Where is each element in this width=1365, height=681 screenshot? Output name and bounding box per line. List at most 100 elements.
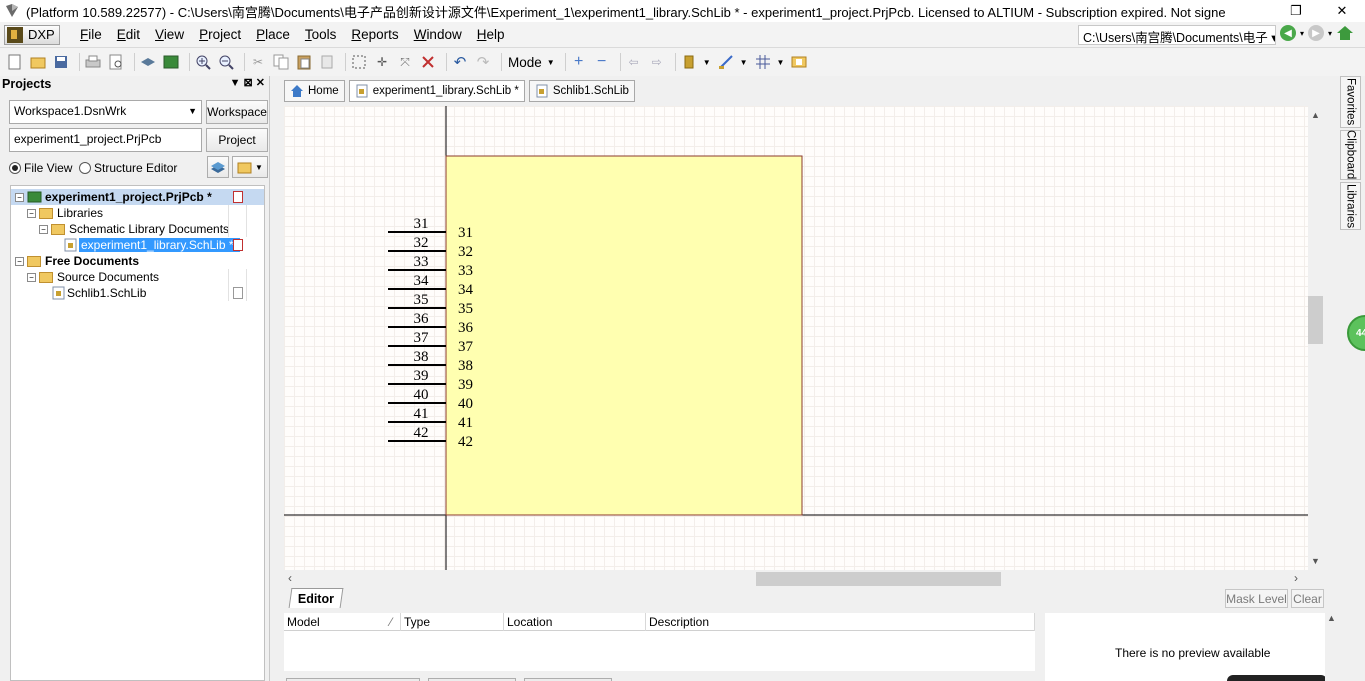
board-icon[interactable] — [162, 53, 180, 71]
tab-home[interactable]: Home — [284, 80, 345, 102]
layer-stack-icon[interactable] — [139, 53, 157, 71]
select-area-icon[interactable] — [350, 53, 368, 71]
forward-icon[interactable]: ▶ — [1308, 25, 1325, 41]
schematic-canvas[interactable]: 31 31 32 32 33 33 34 34 35 35 36 36 37 37 38 38 39 39 40 40… — [284, 106, 1308, 570]
pin-name-41: 41 — [458, 415, 473, 431]
notification-badge[interactable]: 44 — [1347, 315, 1365, 351]
collapse-icon[interactable]: − — [27, 208, 36, 218]
tree-item-schlib-docs[interactable]: − Schematic Library Documents — [11, 221, 264, 237]
scroll-up-icon[interactable]: ▲ — [1327, 613, 1336, 623]
ic-component-icon[interactable] — [680, 53, 698, 71]
collapse-icon[interactable]: − — [15, 256, 24, 266]
new-document-icon[interactable] — [6, 53, 24, 71]
structure-editor-radio[interactable]: Structure Editor — [79, 161, 177, 175]
mode-dropdown[interactable]: Mode ▼ — [508, 55, 555, 70]
workspace-button[interactable]: Workspace — [206, 100, 268, 124]
ic-component-dropdown-icon[interactable]: ▼ — [703, 58, 711, 67]
vertical-scrollbar[interactable]: ▲ ▼ — [1308, 106, 1325, 570]
project-button[interactable]: Project — [206, 128, 268, 152]
tree-item-libraries[interactable]: − Libraries — [11, 205, 264, 221]
cut-icon[interactable]: ✂ — [249, 53, 267, 71]
tab-experiment1-library[interactable]: experiment1_library.SchLib * — [348, 80, 525, 102]
menu-tools[interactable]: Tools — [304, 27, 338, 42]
restore-button[interactable]: ❐ — [1273, 0, 1319, 22]
model-manager-icon[interactable] — [790, 53, 808, 71]
tab-editor[interactable]: Editor — [288, 588, 344, 608]
close-window-button[interactable]: ✕ — [1319, 0, 1365, 22]
tab-clipboard[interactable]: Clipboard — [1340, 130, 1361, 180]
column-model[interactable]: Model ⁄ — [284, 613, 401, 631]
previous-icon[interactable]: ⇦ — [625, 53, 643, 71]
drawing-tools-icon[interactable] — [717, 53, 735, 71]
vertical-scroll-thumb[interactable] — [1308, 296, 1323, 344]
menu-place[interactable]: Place — [255, 27, 291, 42]
tree-item-schlib-file[interactable]: experiment1_library.SchLib * — [11, 237, 264, 253]
tab-favorites[interactable]: Favorites — [1340, 76, 1361, 128]
back-dropdown-icon[interactable]: ▾ — [1300, 29, 1304, 38]
grid-dropdown-icon[interactable]: ▼ — [777, 58, 785, 67]
clear-button[interactable]: Clear — [1291, 589, 1324, 608]
paste-icon[interactable] — [295, 53, 313, 71]
menu-view[interactable]: View — [154, 27, 185, 42]
tab-libraries[interactable]: Libraries — [1340, 182, 1361, 230]
scroll-right-icon[interactable]: › — [1294, 571, 1298, 585]
scroll-down-icon[interactable]: ▼ — [1311, 556, 1320, 566]
next-icon[interactable]: ⇨ — [648, 53, 666, 71]
add-icon[interactable]: + — [570, 53, 588, 71]
tab-schlib1[interactable]: Schlib1.SchLib — [528, 80, 635, 102]
column-description[interactable]: Description — [646, 613, 1035, 631]
collapse-icon[interactable]: − — [27, 272, 36, 282]
scroll-up-icon[interactable]: ▲ — [1311, 110, 1320, 120]
menu-reports[interactable]: Reports — [350, 27, 399, 42]
scroll-left-icon[interactable]: ‹ — [288, 571, 292, 585]
menu-file[interactable]: File — [79, 27, 103, 42]
panel-controls[interactable]: ▼ ⊠ ✕ — [224, 76, 265, 89]
tree-item-schlib1[interactable]: Schlib1.SchLib — [11, 285, 264, 301]
tree-item-source-docs[interactable]: − Source Documents — [11, 269, 264, 285]
dxp-menu-button[interactable]: DXP — [4, 24, 60, 45]
print-icon[interactable] — [84, 53, 102, 71]
horizontal-scroll-thumb[interactable] — [756, 572, 1001, 586]
rubber-stamp-icon[interactable] — [318, 53, 336, 71]
home-icon[interactable] — [1336, 25, 1354, 41]
drawing-tools-dropdown-icon[interactable]: ▼ — [740, 58, 748, 67]
mask-level-button[interactable]: Mask Level — [1225, 589, 1288, 608]
menu-project[interactable]: Project — [198, 27, 242, 42]
back-icon[interactable]: ◀ — [1280, 25, 1296, 41]
preview-scrollbar[interactable]: ▲ — [1325, 613, 1339, 681]
move-selection-icon[interactable]: ⤧ — [396, 53, 414, 71]
open-folder-icon[interactable] — [29, 53, 47, 71]
forward-dropdown-icon[interactable]: ▾ — [1328, 29, 1332, 38]
undo-icon[interactable]: ↶ — [451, 53, 469, 71]
zoom-out-icon[interactable] — [217, 53, 235, 71]
copy-icon[interactable] — [272, 53, 290, 71]
document-path-field[interactable]: C:\Users\南宫腾\Documents\电子 ▾ — [1078, 25, 1276, 45]
grid-icon[interactable] — [754, 53, 772, 71]
menu-edit[interactable]: Edit — [116, 27, 141, 42]
remove-icon[interactable]: − — [593, 53, 611, 71]
project-combo[interactable]: experiment1_project.PrjPcb — [9, 128, 202, 152]
column-location[interactable]: Location — [504, 613, 646, 631]
column-type[interactable]: Type — [401, 613, 504, 631]
tree-item-project[interactable]: − experiment1_project.PrjPcb * — [11, 189, 264, 205]
file-view-radio[interactable]: File View — [9, 161, 72, 175]
tree-item-free-docs[interactable]: − Free Documents — [11, 253, 264, 269]
layers-icon[interactable] — [207, 156, 229, 178]
redo-icon[interactable]: ↷ — [474, 53, 492, 71]
collapse-icon[interactable]: − — [39, 224, 48, 234]
horizontal-scrollbar[interactable]: ‹ › — [284, 570, 1308, 587]
workspace-combo[interactable]: Workspace1.DsnWrk ▼ — [9, 100, 202, 124]
menu-window[interactable]: Window — [413, 27, 463, 42]
save-icon[interactable] — [52, 53, 70, 71]
deselect-icon[interactable] — [419, 53, 437, 71]
collapse-icon[interactable]: − — [15, 192, 24, 202]
document-flag-icon — [233, 287, 243, 299]
zoom-in-icon[interactable] — [194, 53, 212, 71]
component-body[interactable] — [445, 155, 803, 516]
folder-icon — [51, 223, 65, 235]
move-icon[interactable]: ✛ — [373, 53, 391, 71]
modified-flag-icon — [233, 191, 243, 203]
print-preview-icon[interactable] — [107, 53, 125, 71]
menu-help[interactable]: Help — [476, 27, 506, 42]
folder-options-icon[interactable]: ▼ — [232, 156, 268, 178]
